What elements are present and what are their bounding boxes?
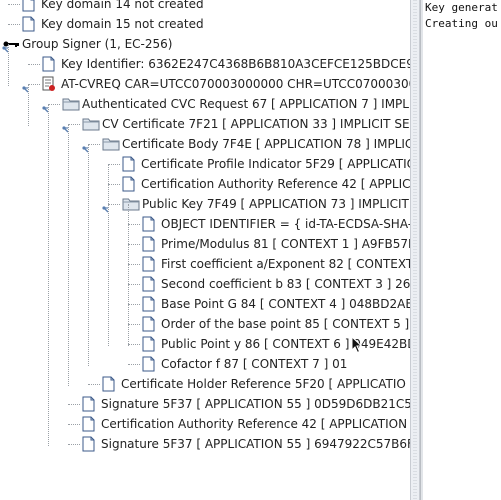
tree-node[interactable]: Certificate Body 7F4E [ APPLICATION 78 ]… bbox=[0, 134, 410, 154]
log-line: Key generat bbox=[425, 1, 498, 14]
tree-node[interactable]: Group Signer (1, EC-256) bbox=[0, 34, 410, 54]
tree-node[interactable]: Authenticated CVC Request 67 [ APPLICATI… bbox=[0, 94, 410, 114]
tree-node-label: OBJECT IDENTIFIER = { id-TA-ECDSA-SHA-25 bbox=[161, 217, 410, 231]
tree-node-label: Certificate Body 7F4E [ APPLICATION 78 ]… bbox=[122, 137, 410, 151]
tree-node-label: Signature 5F37 [ APPLICATION 55 ] 694792… bbox=[101, 437, 410, 451]
tree-panel[interactable]: Key domain 14 not created Key domain 15 n… bbox=[0, 0, 410, 500]
tree-node[interactable]: AT-CVREQ CAR=UTCC070003000000 CHR=UTCC07… bbox=[0, 74, 410, 94]
tree-node[interactable]: Certification Authority Reference 42 [ A… bbox=[0, 174, 410, 194]
tree-node[interactable]: Key domain 14 not created bbox=[0, 0, 410, 14]
tree-node-label: Authenticated CVC Request 67 [ APPLICATI… bbox=[82, 97, 410, 111]
tree-node-label: Order of the base point 85 [ CONTEXT 5 ]… bbox=[161, 317, 410, 331]
tree-node[interactable]: Certification Authority Reference 42 [ A… bbox=[0, 414, 410, 434]
tree-guide-line bbox=[88, 144, 89, 366]
tree-connector bbox=[88, 384, 100, 385]
tree-node-label: Certificate Holder Reference 5F20 [ APPL… bbox=[121, 377, 406, 391]
log-panel-edge bbox=[421, 0, 423, 500]
tree-node-label: Key domain 14 not created bbox=[41, 0, 204, 11]
log-panel[interactable]: Key generat Creating ou bbox=[420, 0, 501, 500]
tree-connector bbox=[108, 184, 120, 185]
divider-grip[interactable] bbox=[413, 0, 417, 500]
log-line: Creating ou bbox=[425, 17, 498, 30]
tree-connector bbox=[128, 324, 140, 325]
tree-connector bbox=[68, 444, 80, 445]
tree-connector bbox=[8, 24, 20, 25]
tree-node-label: AT-CVREQ CAR=UTCC070003000000 CHR=UTCC07… bbox=[61, 77, 410, 91]
tree-guide-line bbox=[8, 44, 9, 86]
tree-node[interactable]: Public Point y 86 [ CONTEXT 6 ] 049E42BD… bbox=[0, 334, 410, 354]
split-pane-divider[interactable] bbox=[410, 0, 420, 500]
tree-node[interactable]: OBJECT IDENTIFIER = { id-TA-ECDSA-SHA-25 bbox=[0, 214, 410, 234]
tree-node[interactable]: Prime/Modulus 81 [ CONTEXT 1 ] A9FB57DBA bbox=[0, 234, 410, 254]
tree-connector bbox=[28, 64, 40, 65]
tree-node[interactable]: Public Key 7F49 [ APPLICATION 73 ] IMPLI… bbox=[0, 194, 410, 214]
tree-connector bbox=[128, 304, 140, 305]
tree-node[interactable]: Cofactor f 87 [ CONTEXT 7 ] 01 bbox=[0, 354, 410, 374]
tree-connector bbox=[128, 364, 140, 365]
tree-node[interactable]: Order of the base point 85 [ CONTEXT 5 ]… bbox=[0, 314, 410, 334]
tree-node-label: Cofactor f 87 [ CONTEXT 7 ] 01 bbox=[161, 357, 348, 371]
tree-guide-line bbox=[28, 84, 29, 126]
tree-node[interactable]: Key Identifier: 6362E247C4368B6B810A3CEF… bbox=[0, 54, 410, 74]
tree-node-label: Prime/Modulus 81 [ CONTEXT 1 ] A9FB57DBA bbox=[161, 237, 410, 251]
tree-node[interactable]: Key domain 15 not created bbox=[0, 14, 410, 34]
tree-connector bbox=[128, 264, 140, 265]
tree-node-label: Signature 5F37 [ APPLICATION 55 ] 0D59D6… bbox=[101, 397, 410, 411]
tree-node[interactable]: Certificate Holder Reference 5F20 [ APPL… bbox=[0, 374, 410, 394]
tree-node[interactable]: Signature 5F37 [ APPLICATION 55 ] 694792… bbox=[0, 434, 410, 454]
tree-connector bbox=[128, 244, 140, 245]
tree-node-label: CV Certificate 7F21 [ APPLICATION 33 ] I… bbox=[102, 117, 410, 131]
tree-guide-line bbox=[48, 104, 49, 446]
tree-connector bbox=[108, 164, 120, 165]
tree-node-label: Second coefficient b 83 [ CONTEXT 3 ] 26… bbox=[161, 277, 410, 291]
tree-node[interactable]: Signature 5F37 [ APPLICATION 55 ] 0D59D6… bbox=[0, 394, 410, 414]
tree-node-label: Key domain 15 not created bbox=[41, 17, 204, 31]
tree-node[interactable]: Base Point G 84 [ CONTEXT 4 ] 048BD2AEB9 bbox=[0, 294, 410, 314]
tree-node[interactable]: Second coefficient b 83 [ CONTEXT 3 ] 26… bbox=[0, 274, 410, 294]
tree-node[interactable]: CV Certificate 7F21 [ APPLICATION 33 ] I… bbox=[0, 114, 410, 134]
tree-node-label: Public Point y 86 [ CONTEXT 6 ] 049E42BD… bbox=[161, 337, 410, 351]
tree-node-label: Key Identifier: 6362E247C4368B6B810A3CEF… bbox=[61, 57, 410, 71]
tree-node[interactable]: First coefficient a/Exponent 82 [ CONTEX… bbox=[0, 254, 410, 274]
tree-node-label: Certification Authority Reference 42 [ A… bbox=[141, 177, 410, 191]
tree-node[interactable]: Certificate Profile Indicator 5F29 [ APP… bbox=[0, 154, 410, 174]
tree-connector bbox=[68, 424, 80, 425]
tree-connector bbox=[68, 404, 80, 405]
mouse-cursor-icon bbox=[351, 336, 363, 354]
tree-connector bbox=[128, 344, 140, 345]
tree-node-label: First coefficient a/Exponent 82 [ CONTEX… bbox=[161, 257, 410, 271]
tree-node-label: Public Key 7F49 [ APPLICATION 73 ] IMPLI… bbox=[142, 197, 410, 211]
tree-guide-line bbox=[68, 124, 69, 386]
tree-guide-line bbox=[108, 164, 109, 346]
tree-node-label: Certification Authority Reference 42 [ A… bbox=[101, 417, 410, 431]
file-icon bbox=[82, 436, 96, 458]
tree-connector bbox=[8, 4, 20, 5]
tree-node-label: Certificate Profile Indicator 5F29 [ APP… bbox=[141, 157, 410, 171]
tree-connector bbox=[128, 224, 140, 225]
tree-guide-line bbox=[128, 204, 129, 346]
tree-node-label: Base Point G 84 [ CONTEXT 4 ] 048BD2AEB9 bbox=[161, 297, 410, 311]
tree-node-label: Group Signer (1, EC-256) bbox=[22, 37, 173, 51]
tree-connector bbox=[128, 284, 140, 285]
